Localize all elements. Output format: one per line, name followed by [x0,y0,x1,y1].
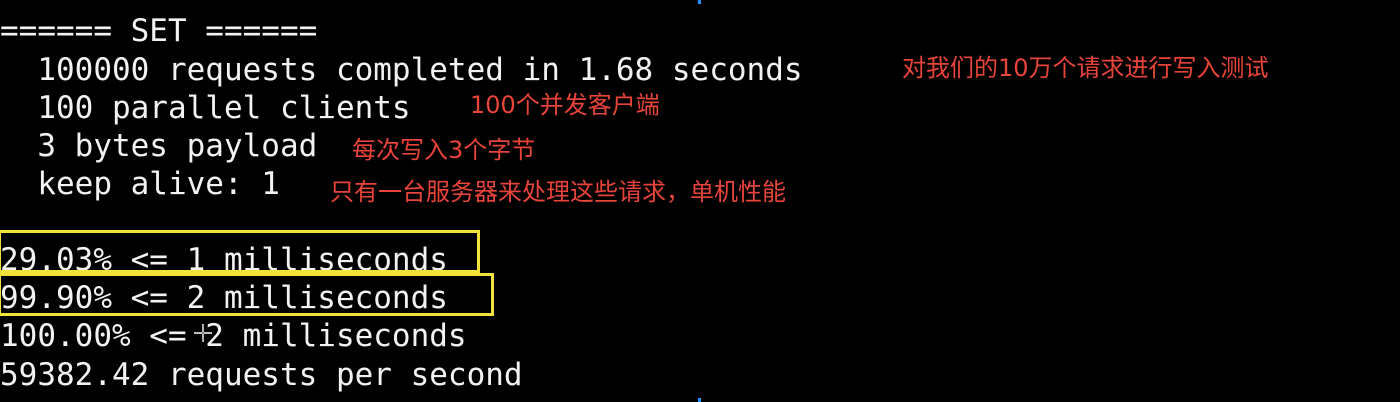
annotation-payload: 每次写入3个字节 [352,136,536,164]
window-edge-marker-top [698,0,701,4]
terminal-line-requests-per-second: 59382.42 requests per second [0,357,523,393]
annotation-write-test: 对我们的10万个请求进行写入测试 [902,54,1269,82]
terminal-line-parallel-clients: 100 parallel clients [0,90,411,126]
terminal-line-set-header: ====== SET ====== [0,13,318,49]
terminal-line-latency-100pct: 100.00% <= 2 milliseconds [0,318,467,354]
highlight-box-latency-2ms [0,273,494,316]
terminal-line-keep-alive: keep alive: 1 [0,166,280,202]
window-edge-marker-bottom [698,398,701,402]
terminal-window[interactable]: ====== SET ====== 100000 requests comple… [0,0,1400,402]
crosshair-cursor-icon [194,324,212,342]
terminal-line-payload: 3 bytes payload [0,128,318,164]
highlight-box-latency-1ms [0,230,480,273]
annotation-parallel-clients: 100个并发客户端 [470,91,660,119]
terminal-line-requests-completed: 100000 requests completed in 1.68 second… [0,52,803,88]
annotation-single-server: 只有一台服务器来处理这些请求，单机性能 [330,178,786,206]
